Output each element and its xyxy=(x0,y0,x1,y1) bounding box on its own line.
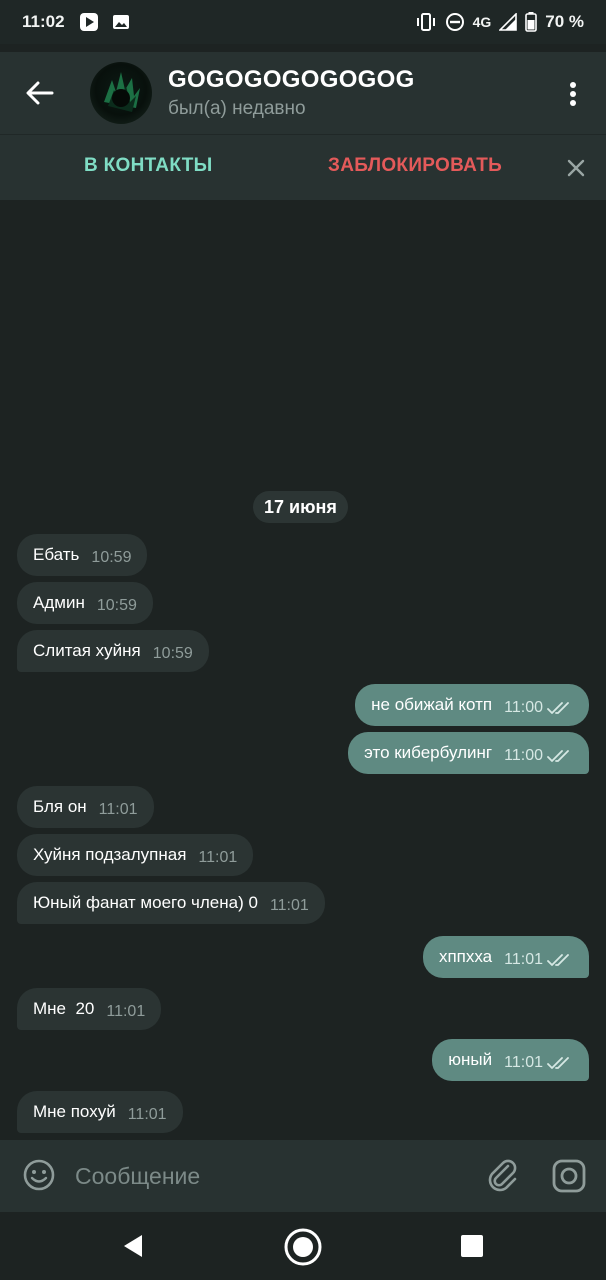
message-text: Ебать xyxy=(33,545,80,564)
message-time: 10:59 xyxy=(96,597,137,614)
status-bar: 11:02 4G 70 % xyxy=(0,0,606,44)
status-indicators: 4G 70 % xyxy=(415,12,584,32)
nav-recent-apps-icon[interactable] xyxy=(460,1234,484,1258)
battery-level: 70 % xyxy=(545,12,584,31)
camera-icon[interactable] xyxy=(551,1158,587,1194)
message-time: 11:01 xyxy=(504,1054,543,1071)
message-time: 10:59 xyxy=(152,645,193,662)
message-bubble-outgoing[interactable]: не обижай котп 11:00 xyxy=(355,684,589,726)
read-checkmarks-icon xyxy=(547,954,569,966)
message-bubble-outgoing[interactable]: юный 11:01 xyxy=(432,1039,589,1081)
message-bubble-incoming[interactable]: Ебать 10:59 xyxy=(17,534,148,576)
message-bubble-incoming[interactable]: Мне 20 11:01 xyxy=(17,988,162,1030)
message-composer xyxy=(0,1140,606,1212)
nav-home-icon[interactable] xyxy=(282,1226,324,1268)
message-time: 11:00 xyxy=(504,747,543,764)
message-bubble-outgoing[interactable]: это кибербулинг 11:00 xyxy=(348,732,589,774)
message-time: 11:00 xyxy=(504,699,543,716)
message-text: Бля он xyxy=(33,797,87,816)
read-checkmarks-icon xyxy=(547,1057,569,1069)
status-time: 11:02 xyxy=(22,12,65,31)
message-text: Мне похуй xyxy=(33,1102,116,1121)
back-button[interactable] xyxy=(0,52,80,134)
avatar[interactable] xyxy=(90,62,152,124)
message-bubble-incoming[interactable]: Слитая хуйня 10:59 xyxy=(17,630,209,672)
message-input[interactable] xyxy=(75,1158,455,1194)
more-vert-icon xyxy=(570,82,576,106)
battery-icon xyxy=(525,12,538,32)
message-text: Мне 20 xyxy=(33,999,95,1018)
message-text: это кибербулинг xyxy=(364,743,493,762)
message-list[interactable]: 17 июня Ебать 10:59 Админ 10:59 Слитая х… xyxy=(0,200,606,1140)
avatar-image xyxy=(104,72,140,112)
message-bubble-incoming[interactable]: Бля он 11:01 xyxy=(17,786,154,828)
arrow-back-icon xyxy=(26,81,54,105)
message-text: не обижай котп xyxy=(371,695,493,714)
message-text: Хуйня подзалупная xyxy=(33,845,187,864)
image-icon xyxy=(112,15,129,29)
close-icon xyxy=(567,159,585,177)
message-time: 10:59 xyxy=(91,549,132,566)
vibrate-icon xyxy=(416,13,435,31)
more-options-button[interactable] xyxy=(558,74,588,114)
message-time: 11:01 xyxy=(106,1003,146,1020)
close-action-bar-button[interactable] xyxy=(562,154,590,182)
chat-name: GOGOGOGOGOGOG xyxy=(168,66,415,93)
message-time: 11:01 xyxy=(198,849,238,866)
date-separator: 17 июня xyxy=(253,491,348,523)
read-checkmarks-icon xyxy=(547,750,569,762)
attach-icon[interactable] xyxy=(486,1158,520,1192)
message-time: 11:01 xyxy=(504,951,543,968)
spam-action-bar: В КОНТАКТЫ ЗАБЛОКИРОВАТЬ xyxy=(0,134,606,200)
message-text: Админ xyxy=(33,593,85,612)
play-store-icon xyxy=(79,13,98,31)
nav-back-icon[interactable] xyxy=(120,1232,148,1260)
system-navigation-bar xyxy=(0,1212,606,1280)
message-bubble-incoming[interactable]: Админ 10:59 xyxy=(17,582,153,624)
message-time: 11:01 xyxy=(127,1106,167,1123)
message-bubble-incoming[interactable]: Хуйня подзалупная 11:01 xyxy=(17,834,254,876)
chat-header: GOGOGOGOGOGOG был(а) недавно xyxy=(0,52,606,134)
signal-icon xyxy=(499,13,518,31)
add-to-contacts-button[interactable]: В КОНТАКТЫ xyxy=(84,155,213,177)
read-checkmarks-icon xyxy=(547,702,569,714)
message-bubble-incoming[interactable]: Юный фанат моего члена) 0 11:01 xyxy=(17,882,325,924)
network-type: 4G xyxy=(472,14,492,30)
block-user-button[interactable]: ЗАБЛОКИРОВАТЬ xyxy=(328,155,502,177)
emoji-icon[interactable] xyxy=(22,1158,56,1192)
do-not-disturb-icon xyxy=(445,13,464,31)
last-seen-status: был(а) недавно xyxy=(168,98,306,119)
message-text: Юный фанат моего члена) 0 xyxy=(33,893,258,912)
message-bubble-incoming[interactable]: Мне похуй 11:01 xyxy=(17,1091,183,1133)
chat-info[interactable]: GOGOGOGOGOGOG был(а) недавно xyxy=(168,66,415,120)
message-text: Слитая хуйня xyxy=(33,641,141,660)
message-time: 11:01 xyxy=(269,897,309,914)
message-text: хппхха xyxy=(438,947,493,966)
message-time: 11:01 xyxy=(98,801,138,818)
message-bubble-outgoing[interactable]: хппхха 11:01 xyxy=(422,936,589,978)
message-text: юный xyxy=(448,1050,493,1069)
